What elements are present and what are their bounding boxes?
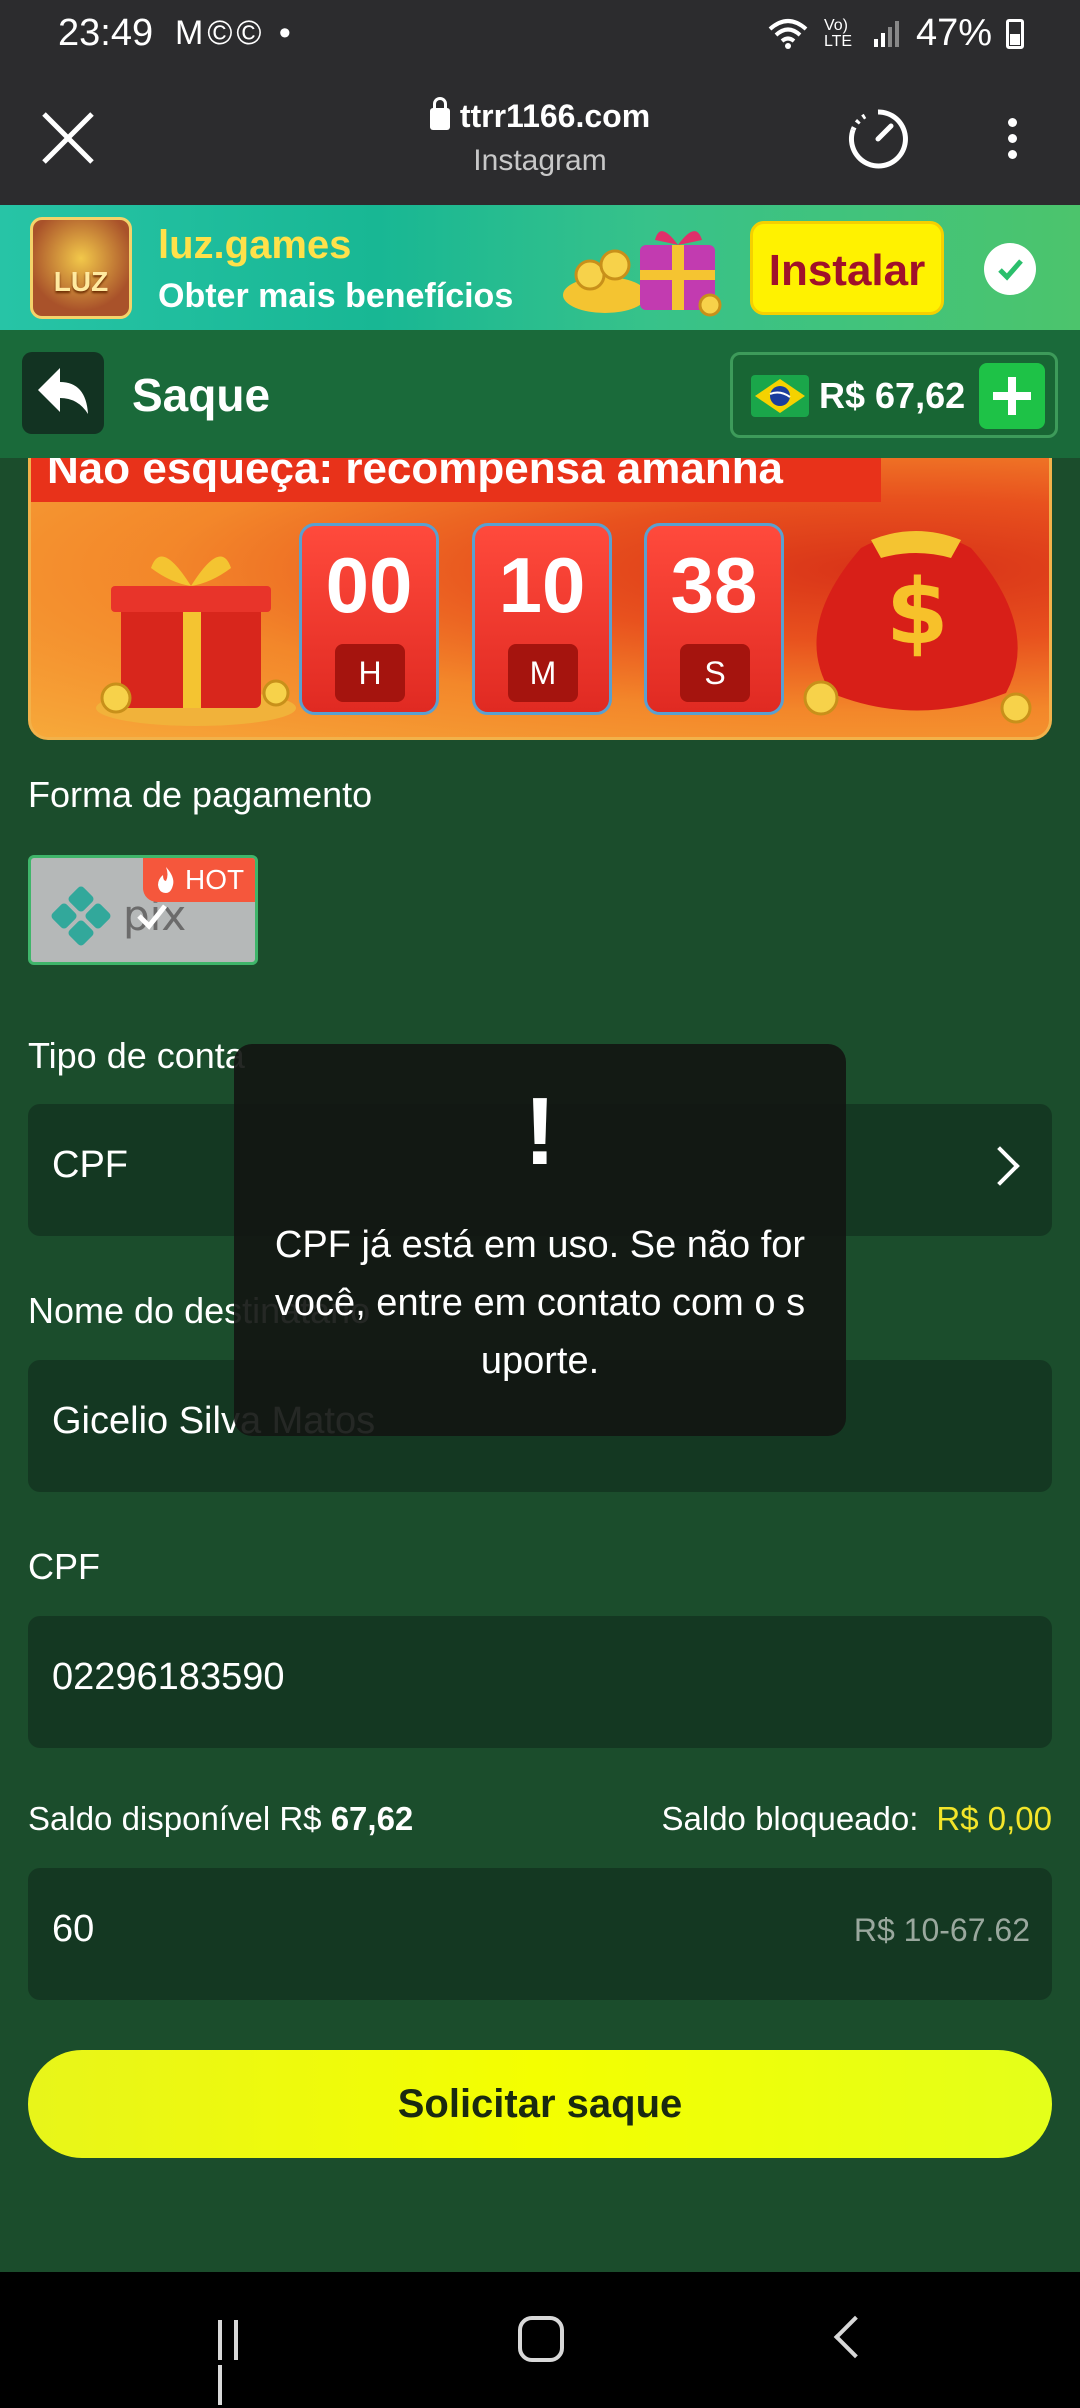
home-icon[interactable] <box>518 2316 564 2362</box>
add-funds-button[interactable] <box>979 363 1045 429</box>
cpf-value: 02296183590 <box>52 1656 285 1698</box>
toast-message: CPF já está em uso. Se não for você, ent… <box>274 1224 806 1382</box>
timer-minutes-value: 10 <box>498 541 586 629</box>
error-toast: ! CPF já está em uso. Se não for você, e… <box>234 1044 846 1436</box>
signal-icon <box>873 20 899 47</box>
banner-close-icon[interactable] <box>984 243 1036 295</box>
url-display[interactable]: ttrr1166.com <box>0 97 1080 135</box>
gift-coins-image <box>563 231 722 317</box>
timer-minutes: 10 M <box>472 523 612 715</box>
status-bar: 23:49 M©© • Vo) LTE 47% <box>0 0 1080 70</box>
app-logo: LUZ <box>30 217 132 319</box>
promo-title: Não esqueça: recompensa amanhã <box>31 458 881 502</box>
page-header: Saque R$ 67,62 <box>0 330 1080 458</box>
status-time: 23:49 <box>58 12 154 54</box>
alert-icon: ! <box>524 1078 556 1185</box>
hot-badge: HOT <box>143 858 255 902</box>
more-options-icon[interactable] <box>1000 112 1024 172</box>
pix-payment-option[interactable]: pix HOT <box>28 855 258 965</box>
wifi-icon <box>768 18 808 49</box>
hot-label: HOT <box>185 864 245 895</box>
cpf-label: CPF <box>28 1546 100 1587</box>
request-withdrawal-button[interactable]: Solicitar saque <box>28 2050 1052 2158</box>
page-title: Saque <box>132 369 271 421</box>
svg-text:$: $ <box>886 560 949 665</box>
back-button[interactable] <box>22 352 104 434</box>
account-type-value: CPF <box>52 1144 128 1186</box>
balance-amount: R$ 67,62 <box>819 375 966 416</box>
blocked-balance-value: R$ 0,00 <box>936 1800 1052 1837</box>
timer-seconds-unit: S <box>680 644 750 702</box>
available-balance-value: 67,62 <box>330 1800 414 1837</box>
available-balance: Saldo disponível R$ 67,62 <box>28 1800 413 1838</box>
chevron-right-icon <box>980 1146 1020 1186</box>
payment-method-label: Forma de pagamento <box>28 774 373 815</box>
timer-hours-unit: H <box>335 644 405 702</box>
lte-label: Vo) LTE <box>823 16 853 50</box>
timer-hours: 00 H <box>299 523 439 715</box>
app-logo-text: LUZ <box>53 266 109 297</box>
blocked-balance-label: Saldo bloqueado: <box>661 1800 919 1837</box>
lock-icon <box>429 97 450 130</box>
balance-info-row: Saldo disponível R$ 67,62 Saldo bloquead… <box>28 1800 1052 1844</box>
timer-seconds-value: 38 <box>670 541 758 629</box>
account-type-label: Tipo de conta <box>28 1035 245 1076</box>
timer-hours-value: 00 <box>325 541 413 629</box>
withdraw-amount-hint: R$ 10-67.62 <box>853 1912 1030 1948</box>
url-source: Instagram <box>473 144 607 177</box>
system-nav-bar <box>0 2272 1080 2408</box>
install-button[interactable]: Instalar <box>750 221 944 315</box>
withdraw-amount-field[interactable]: 60 R$ 10-67.62 <box>28 1868 1052 2000</box>
battery-icon <box>1006 18 1024 49</box>
back-arrow-icon <box>38 368 88 414</box>
back-nav-icon[interactable] <box>833 2315 877 2359</box>
app-install-banner: LUZ luz.games Obter mais benefícios Inst… <box>0 205 1080 330</box>
status-right: Vo) LTE 47% <box>766 12 1024 55</box>
timer-minutes-unit: M <box>508 644 578 702</box>
balance-pill: R$ 67,62 <box>730 352 1058 438</box>
gift-box-image <box>96 556 296 726</box>
cpf-field[interactable]: 02296183590 <box>28 1616 1052 1748</box>
speedometer-icon[interactable] <box>845 106 911 172</box>
brazil-flag-icon <box>751 375 809 417</box>
battery-percent: 47% <box>915 12 992 54</box>
fire-icon <box>158 867 174 893</box>
money-sack-image: $ <box>803 531 1032 724</box>
withdraw-amount-value: 60 <box>52 1908 95 1950</box>
browser-bar: ttrr1166.com Instagram <box>0 70 1080 205</box>
promo-banner[interactable]: Não esqueça: recompensa amanhã 00 H 10 M… <box>28 458 1052 740</box>
url-text: ttrr1166.com <box>459 98 651 134</box>
timer-seconds: 38 S <box>644 523 784 715</box>
app-name: luz.games <box>158 223 352 267</box>
recents-icon[interactable] <box>218 2320 264 2405</box>
available-balance-label: Saldo disponível R$ <box>28 1800 322 1837</box>
notification-icons: M©© • <box>175 14 295 52</box>
blocked-balance: Saldo bloqueado: R$ 0,00 <box>662 1800 1053 1838</box>
app-subtitle: Obter mais benefícios <box>158 277 514 315</box>
